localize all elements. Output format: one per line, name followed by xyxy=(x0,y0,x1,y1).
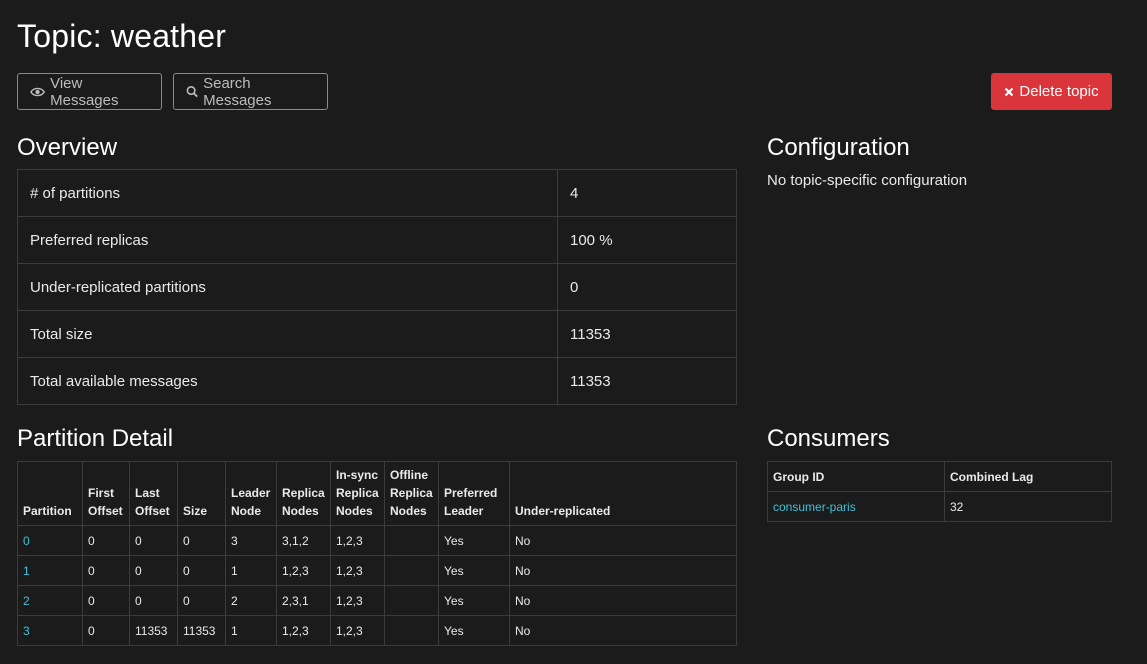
table-cell: 1,2,3 xyxy=(276,615,331,646)
table-cell: 0 xyxy=(82,525,130,556)
table-cell: 1 xyxy=(225,555,277,586)
table-cell xyxy=(384,615,439,646)
table-cell: No xyxy=(509,555,737,586)
partition-link[interactable]: 2 xyxy=(23,594,30,608)
overview-label: # of partitions xyxy=(17,169,558,217)
partition-cell[interactable]: 0 xyxy=(17,525,83,556)
column-header: Group ID xyxy=(767,461,945,492)
partition-link[interactable]: 1 xyxy=(23,564,30,578)
configuration-heading: Configuration xyxy=(767,134,910,161)
table-cell: Yes xyxy=(438,615,510,646)
table-row: 0 0 0 0 3 3,1,2 1,2,3 Yes No xyxy=(17,525,737,556)
partition-detail-table: Partition First Offset Last Offset Size … xyxy=(17,461,737,646)
partition-cell[interactable]: 1 xyxy=(17,555,83,586)
table-row: # of partitions 4 xyxy=(17,169,737,217)
table-cell: No xyxy=(509,585,737,616)
table-row: consumer-paris 32 xyxy=(767,491,1112,522)
table-header-row: Partition First Offset Last Offset Size … xyxy=(17,461,737,526)
table-row: Total size 11353 xyxy=(17,310,737,358)
table-cell: 1 xyxy=(225,615,277,646)
table-row: Under-replicated partitions 0 xyxy=(17,263,737,311)
table-cell: 1,2,3 xyxy=(330,585,385,616)
table-cell: 1,2,3 xyxy=(276,555,331,586)
delete-topic-button[interactable]: Delete topic xyxy=(991,73,1112,110)
group-id-cell[interactable]: consumer-paris xyxy=(767,491,945,522)
table-cell: 0 xyxy=(177,585,226,616)
search-icon xyxy=(186,86,198,98)
table-row: Total available messages 11353 xyxy=(17,357,737,405)
table-cell: 1,2,3 xyxy=(330,555,385,586)
table-cell: No xyxy=(509,615,737,646)
overview-value: 0 xyxy=(557,263,737,311)
overview-value: 11353 xyxy=(557,357,737,405)
overview-label: Total available messages xyxy=(17,357,558,405)
table-row: 3 0 11353 11353 1 1,2,3 1,2,3 Yes No xyxy=(17,615,737,646)
partition-link[interactable]: 0 xyxy=(23,534,30,548)
column-header: In-sync Replica Nodes xyxy=(330,461,385,526)
table-cell: 0 xyxy=(129,555,178,586)
search-messages-button[interactable]: Search Messages xyxy=(173,73,328,110)
table-cell: 3,1,2 xyxy=(276,525,331,556)
table-row: Preferred replicas 100 % xyxy=(17,216,737,264)
table-cell: 1,2,3 xyxy=(330,525,385,556)
overview-value: 100 % xyxy=(557,216,737,264)
table-row: 1 0 0 0 1 1,2,3 1,2,3 Yes No xyxy=(17,555,737,586)
table-cell: Yes xyxy=(438,525,510,556)
partition-link[interactable]: 3 xyxy=(23,624,30,638)
search-messages-label: Search Messages xyxy=(203,74,272,109)
column-header: Partition xyxy=(17,461,83,526)
column-header: Leader Node xyxy=(225,461,277,526)
consumers-heading: Consumers xyxy=(767,425,890,452)
overview-value: 11353 xyxy=(557,310,737,358)
table-cell: 0 xyxy=(82,615,130,646)
column-header: Offline Replica Nodes xyxy=(384,461,439,526)
table-cell: 0 xyxy=(129,585,178,616)
overview-label: Total size xyxy=(17,310,558,358)
table-cell: 0 xyxy=(82,555,130,586)
column-header: Last Offset xyxy=(129,461,178,526)
column-header: Replica Nodes xyxy=(276,461,331,526)
view-messages-label: View Messages xyxy=(50,74,119,109)
overview-value: 4 xyxy=(557,169,737,217)
column-header: First Offset xyxy=(82,461,130,526)
column-header: Size xyxy=(177,461,226,526)
consumer-group-link[interactable]: consumer-paris xyxy=(773,500,856,514)
page-title: Topic: weather xyxy=(17,18,227,54)
partition-detail-heading: Partition Detail xyxy=(17,425,174,452)
overview-label: Under-replicated partitions xyxy=(17,263,558,311)
consumers-table: Group ID Combined Lag consumer-paris 32 xyxy=(767,461,1112,522)
overview-heading: Overview xyxy=(17,134,118,161)
table-cell: 1,2,3 xyxy=(330,615,385,646)
table-cell xyxy=(384,555,439,586)
table-cell: No xyxy=(509,525,737,556)
table-cell xyxy=(384,585,439,616)
overview-table: # of partitions 4 Preferred replicas 100 %… xyxy=(17,169,737,405)
table-cell: 0 xyxy=(82,585,130,616)
table-row: 2 0 0 0 2 2,3,1 1,2,3 Yes No xyxy=(17,585,737,616)
table-cell: 11353 xyxy=(129,615,178,646)
table-cell: 0 xyxy=(129,525,178,556)
table-cell: Yes xyxy=(438,585,510,616)
table-cell: Yes xyxy=(438,555,510,586)
column-header: Combined Lag xyxy=(944,461,1112,492)
configuration-text: No topic-specific configuration xyxy=(767,172,968,189)
table-cell xyxy=(384,525,439,556)
column-header: Preferred Leader xyxy=(438,461,510,526)
table-cell: 11353 xyxy=(177,615,226,646)
close-icon xyxy=(1005,87,1014,96)
overview-label: Preferred replicas xyxy=(17,216,558,264)
partition-cell[interactable]: 3 xyxy=(17,615,83,646)
view-messages-button[interactable]: View Messages xyxy=(17,73,162,110)
table-cell: 3 xyxy=(225,525,277,556)
partition-cell[interactable]: 2 xyxy=(17,585,83,616)
table-cell: 0 xyxy=(177,555,226,586)
table-cell: 0 xyxy=(177,525,226,556)
table-cell: 2,3,1 xyxy=(276,585,331,616)
table-cell: 32 xyxy=(944,491,1112,522)
eye-icon xyxy=(30,87,45,96)
delete-topic-label: Delete topic xyxy=(1019,83,1099,100)
table-header-row: Group ID Combined Lag xyxy=(767,461,1112,492)
column-header: Under-replicated xyxy=(509,461,737,526)
table-cell: 2 xyxy=(225,585,277,616)
